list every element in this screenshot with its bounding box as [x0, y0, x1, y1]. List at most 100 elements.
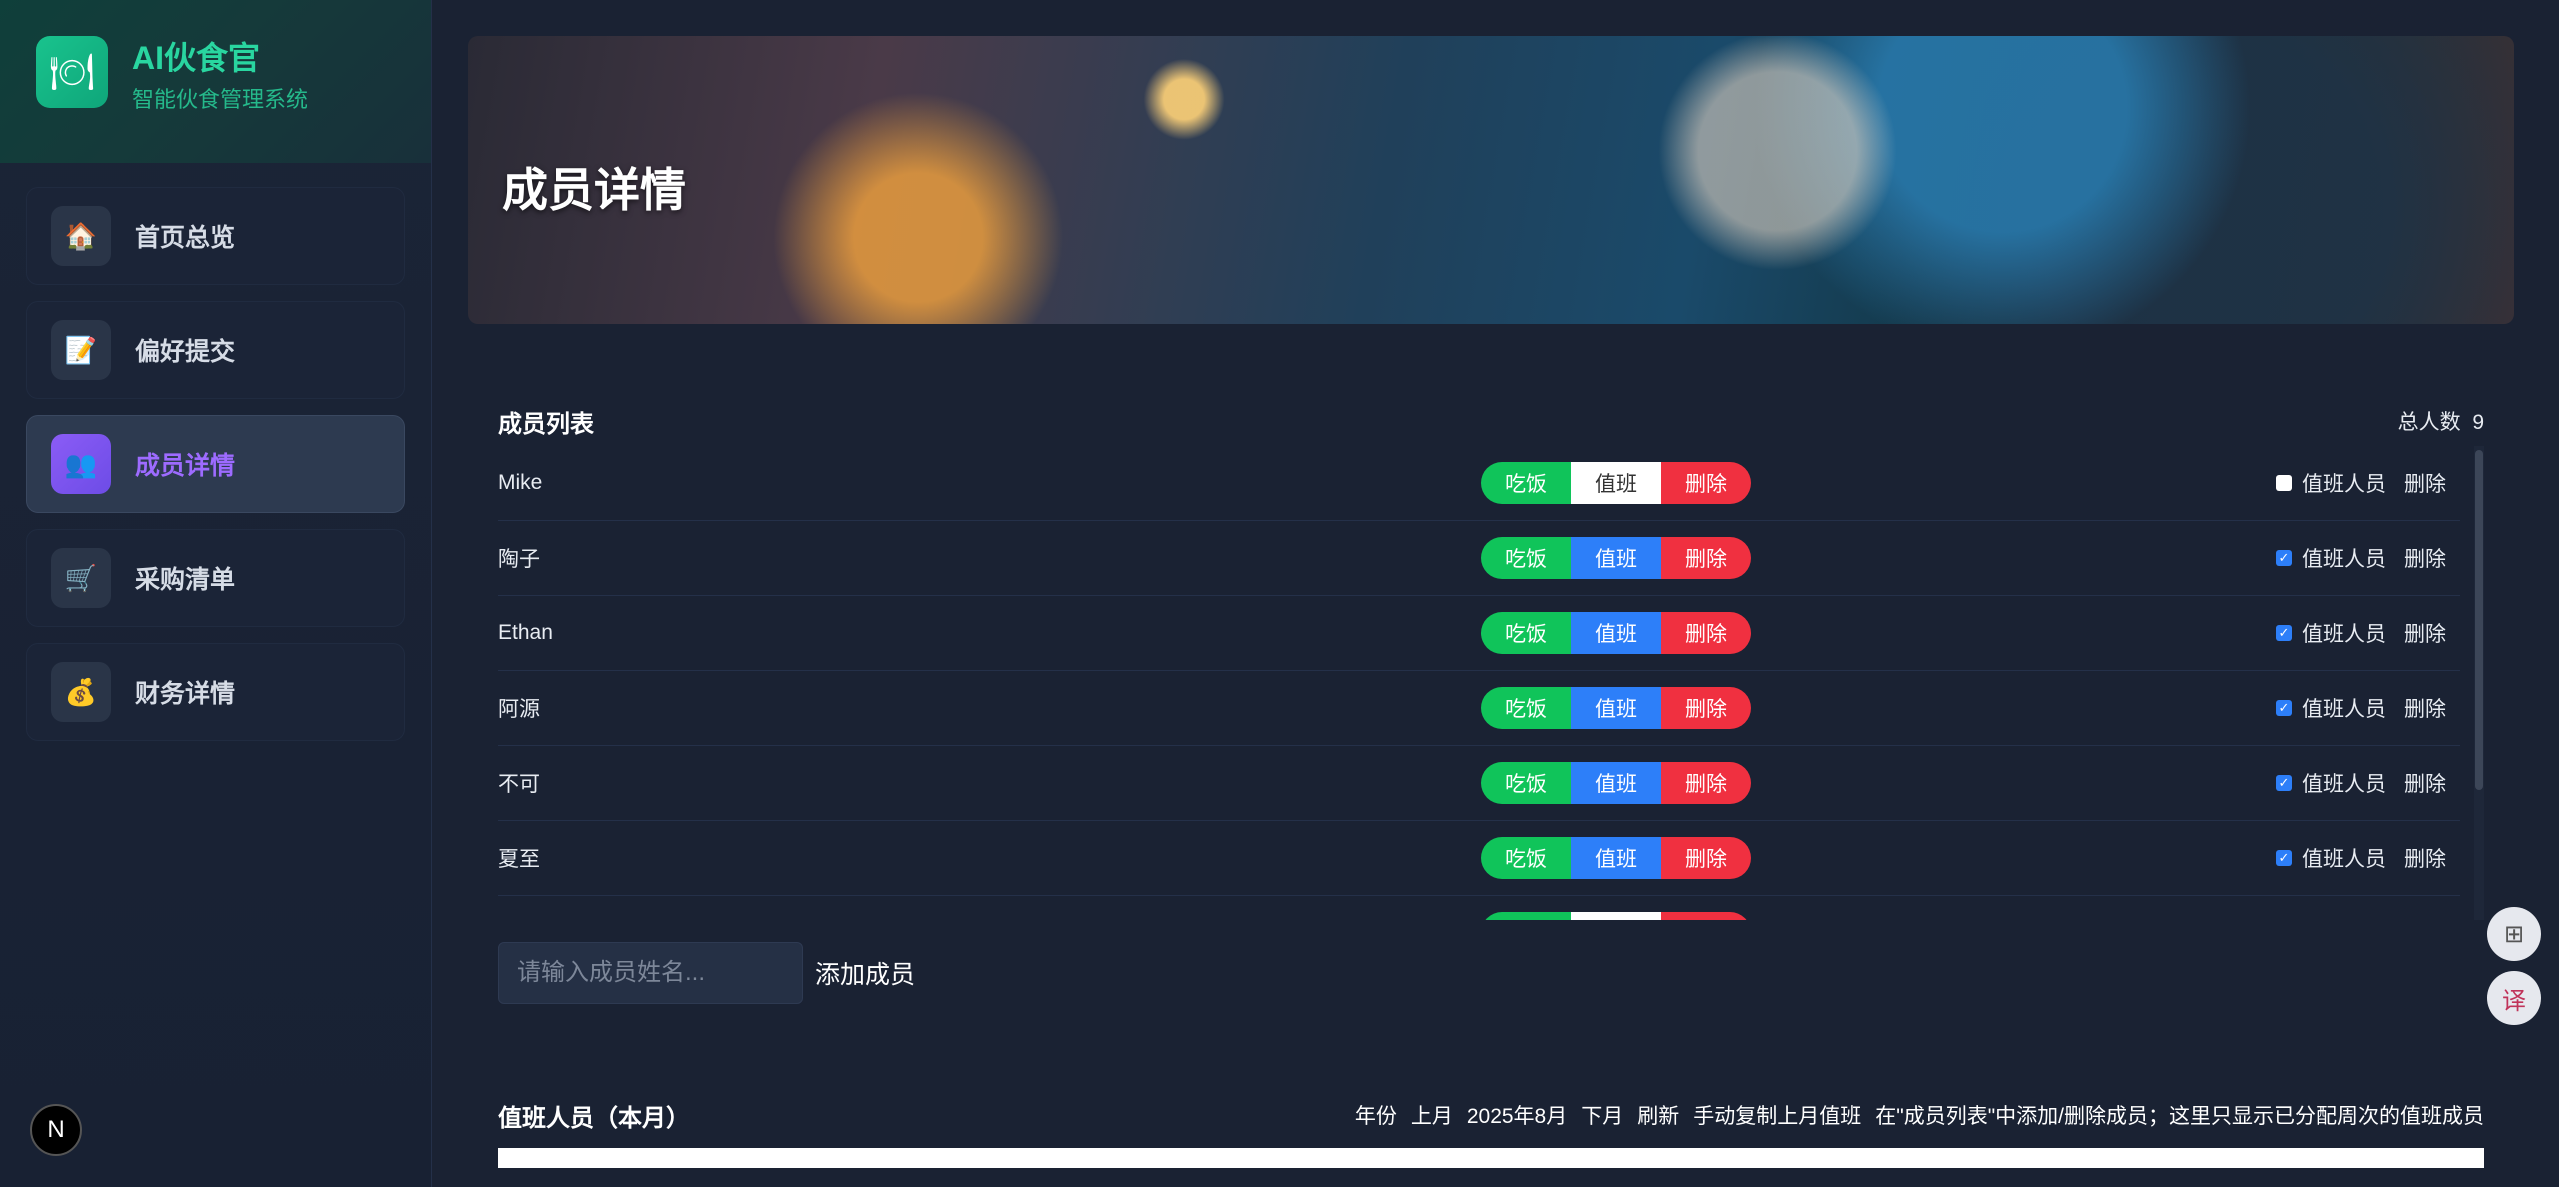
sidebar-item-label: 财务详情 [135, 680, 236, 708]
apps-add-icon[interactable]: ⊞ [2487, 907, 2541, 961]
member-row: 夏至 吃饭 值班 删除 ✓ 值班人员 删除 [498, 821, 2460, 896]
page-title: 成员详情 [502, 164, 686, 216]
eat-button[interactable]: 吃饭 [1481, 687, 1571, 729]
copy-last-month-button[interactable]: 手动复制上月值班 [1693, 1100, 1861, 1130]
sidebar-item-label: 首页总览 [135, 224, 236, 252]
delete-button[interactable]: 删除 [1661, 537, 1751, 579]
sidebar-nav: 🏠 首页总览 📝 偏好提交 👥 成员详情 🛒 采购清单 💰 财务详情 [0, 163, 431, 781]
current-month: 2025年8月 [1466, 1105, 1568, 1128]
sidebar-item-shopping[interactable]: 🛒 采购清单 [26, 529, 405, 627]
delete-link[interactable]: 删除 [2404, 468, 2446, 498]
duty-checkbox-label: 值班人员 [2302, 698, 2386, 721]
brand-subtitle: 智能伙食管理系统 [132, 87, 309, 112]
main-content: 成员详情 成员列表 总人数 9 Mike 吃饭 值班 删除 值班人员 删除 陶子… [468, 36, 2514, 1168]
cart-icon: 🛒 [51, 548, 111, 608]
member-name: 小青 [498, 918, 1481, 920]
brand-header: 🍽 AI伙食官 智能伙食管理系统 [0, 0, 431, 163]
sidebar-item-finance[interactable]: 💰 财务详情 [26, 643, 405, 741]
eat-button[interactable]: 吃饭 [1481, 537, 1571, 579]
member-actions: 吃饭 值班 删除 [1481, 462, 1751, 504]
delete-button[interactable]: 删除 [1661, 612, 1751, 654]
total-count: 9 [2472, 411, 2484, 434]
sidebar: 🍽 AI伙食官 智能伙食管理系统 🏠 首页总览 📝 偏好提交 👥 成员详情 🛒 … [0, 0, 432, 1187]
delete-link[interactable]: 删除 [2404, 618, 2446, 648]
delete-button[interactable]: 删除 [1661, 462, 1751, 504]
duty-checkbox[interactable]: ✓ [2276, 700, 2292, 716]
delete-link[interactable]: 删除 [2404, 543, 2446, 573]
eat-button[interactable]: 吃饭 [1481, 762, 1571, 804]
sidebar-item-label: 成员详情 [135, 452, 236, 480]
duty-button[interactable]: 值班 [1571, 912, 1661, 920]
duty-checkbox[interactable]: ✓ [2276, 850, 2292, 866]
duty-checkbox-label: 值班人员 [2302, 623, 2386, 646]
duty-checkbox-label: 值班人员 [2302, 548, 2386, 571]
translate-icon[interactable]: 译 [2487, 971, 2541, 1025]
money-bag-icon: 💰 [51, 662, 111, 722]
duty-checkbox[interactable] [2276, 475, 2292, 491]
member-name-input[interactable] [498, 942, 803, 1004]
prev-month-button[interactable]: 上月 [1411, 1100, 1453, 1130]
member-row: 小青 吃饭 值班 删除 值班人员 删除 [498, 896, 2460, 920]
member-row: 陶子 吃饭 值班 删除 ✓ 值班人员 删除 [498, 521, 2460, 596]
member-actions: 吃饭 值班 删除 [1481, 762, 1751, 804]
duty-checkbox-label: 值班人员 [2302, 773, 2386, 796]
duty-checkbox-label: 值班人员 [2302, 848, 2386, 871]
duty-checkbox[interactable]: ✓ [2276, 550, 2292, 566]
member-name: 陶子 [498, 548, 540, 571]
duty-button[interactable]: 值班 [1571, 837, 1661, 879]
sidebar-item-members[interactable]: 👥 成员详情 [26, 415, 405, 513]
sidebar-item-label: 采购清单 [135, 566, 236, 594]
duty-button[interactable]: 值班 [1571, 462, 1661, 504]
duty-button[interactable]: 值班 [1571, 612, 1661, 654]
member-row: 阿源 吃饭 值班 删除 ✓ 值班人员 删除 [498, 671, 2460, 746]
delete-link[interactable]: 删除 [2404, 768, 2446, 798]
delete-link[interactable]: 删除 [2404, 918, 2446, 920]
member-actions: 吃饭 值班 删除 [1481, 537, 1751, 579]
delete-button[interactable]: 删除 [1661, 687, 1751, 729]
house-icon: 🏠 [51, 206, 111, 266]
member-name: 夏至 [498, 848, 540, 871]
member-list-section: 成员列表 总人数 9 Mike 吃饭 值班 删除 值班人员 删除 陶子 吃饭 值… [468, 406, 2514, 1004]
plate-icon: 🍽 [36, 36, 108, 108]
delete-link[interactable]: 删除 [2404, 693, 2446, 723]
member-actions: 吃饭 值班 删除 [1481, 912, 1751, 920]
duty-button[interactable]: 值班 [1571, 537, 1661, 579]
nextjs-badge[interactable]: N [30, 1104, 82, 1156]
delete-button[interactable]: 删除 [1661, 837, 1751, 879]
delete-button[interactable]: 删除 [1661, 912, 1751, 920]
people-icon: 👥 [51, 434, 111, 494]
eat-button[interactable]: 吃饭 [1481, 912, 1571, 920]
add-member-button[interactable]: 添加成员 [815, 955, 915, 991]
refresh-button[interactable]: 刷新 [1637, 1100, 1679, 1130]
member-list[interactable]: Mike 吃饭 值班 删除 值班人员 删除 陶子 吃饭 值班 删除 ✓ 值班人员… [498, 446, 2484, 920]
next-month-button[interactable]: 下月 [1581, 1100, 1623, 1130]
total-label: 总人数 [2397, 411, 2461, 434]
duty-checkbox[interactable]: ✓ [2276, 775, 2292, 791]
sidebar-item-overview[interactable]: 🏠 首页总览 [26, 187, 405, 285]
sidebar-item-label: 偏好提交 [135, 338, 236, 366]
member-actions: 吃饭 值班 删除 [1481, 687, 1751, 729]
brand-title: AI伙食官 [132, 40, 261, 76]
duty-checkbox-label: 值班人员 [2302, 918, 2386, 920]
member-name: 阿源 [498, 698, 540, 721]
member-name: Ethan [498, 621, 553, 644]
member-row: 不可 吃饭 值班 删除 ✓ 值班人员 删除 [498, 746, 2460, 821]
duty-button[interactable]: 值班 [1571, 687, 1661, 729]
delete-link[interactable]: 删除 [2404, 843, 2446, 873]
year-button[interactable]: 年份 [1355, 1100, 1397, 1130]
eat-button[interactable]: 吃饭 [1481, 612, 1571, 654]
duty-button[interactable]: 值班 [1571, 762, 1661, 804]
duty-checkbox[interactable]: ✓ [2276, 625, 2292, 641]
sidebar-item-preferences[interactable]: 📝 偏好提交 [26, 301, 405, 399]
duty-title: 值班人员（本月） [498, 1104, 690, 1132]
eat-button[interactable]: 吃饭 [1481, 837, 1571, 879]
scrollbar-thumb[interactable] [2475, 450, 2483, 790]
duty-section: 值班人员（本月） 年份 上月 2025年8月 下月 刷新 手动复制上月值班 在"… [468, 1100, 2514, 1168]
eat-button[interactable]: 吃饭 [1481, 462, 1571, 504]
list-scrollbar[interactable] [2474, 446, 2484, 920]
member-name: Mike [498, 471, 543, 494]
duty-checkbox-label: 值班人员 [2302, 473, 2386, 496]
member-list-title: 成员列表 [498, 410, 594, 438]
member-row: Mike 吃饭 值班 删除 值班人员 删除 [498, 446, 2460, 521]
delete-button[interactable]: 删除 [1661, 762, 1751, 804]
